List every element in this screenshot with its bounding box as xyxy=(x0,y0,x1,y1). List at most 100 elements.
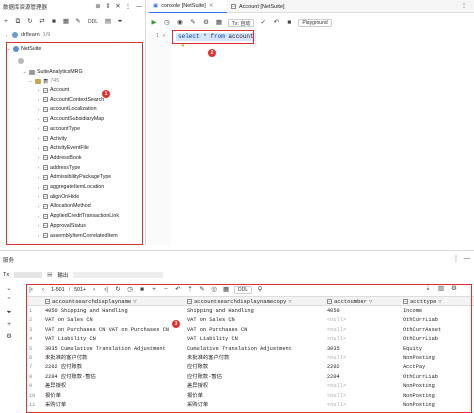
undo-icon[interactable]: ↶ xyxy=(272,19,280,27)
chevron-right-icon[interactable]: › xyxy=(36,117,41,122)
table-cell[interactable]: VAT on Sales CN xyxy=(187,316,325,325)
chevron-right-icon[interactable]: › xyxy=(36,233,41,238)
stop-icon[interactable]: ■ xyxy=(50,18,58,26)
pin-icon[interactable]: ⚲ xyxy=(256,286,264,294)
table-cell[interactable]: 4050 Shipping and Handling xyxy=(45,307,185,316)
column-header-accttype[interactable]: accttype ▽ xyxy=(403,297,442,306)
add-icon[interactable]: + xyxy=(5,321,13,329)
link-icon[interactable]: ⇄ xyxy=(38,18,46,26)
table-item[interactable]: › aggregateItemLocation xyxy=(36,183,104,191)
table-cell[interactable]: Income xyxy=(403,307,471,316)
table-cell[interactable]: 采购订单 xyxy=(187,401,325,410)
lightbulb-icon[interactable]: ● xyxy=(181,43,185,49)
table-cell[interactable]: 2204 xyxy=(327,373,401,382)
chevron-right-icon[interactable]: › xyxy=(36,165,41,170)
filter-icon[interactable]: ▽ xyxy=(133,298,136,305)
table-cell[interactable]: 未批准的客户付款 xyxy=(187,354,325,363)
stop-square-icon[interactable]: ■ xyxy=(285,19,293,27)
table-row[interactable]: 10 报价单 报价单 <null> NonPosting xyxy=(27,392,474,401)
table-cell[interactable]: VAT on Purchases CN VAT on Purchases CN xyxy=(45,326,185,335)
chevron-right-icon[interactable]: › xyxy=(36,214,41,219)
settings-icon[interactable]: ⚙ xyxy=(5,333,13,341)
copy-icon[interactable]: ⧉ xyxy=(14,18,22,26)
playground-dropdown[interactable]: Playground xyxy=(298,19,332,27)
properties-icon[interactable]: ▦ xyxy=(62,18,70,26)
more-tabs-icon[interactable]: ⋮ xyxy=(460,2,468,10)
column-header-acctnumber[interactable]: acctnumber ▽ xyxy=(327,297,372,306)
schema-item[interactable]: ⌄ SuiteAnalyticsMRG xyxy=(22,68,83,76)
table-cell[interactable]: 应付账款-暂估 xyxy=(187,373,325,382)
table-cell[interactable]: 未批准的客户付款 xyxy=(45,354,185,363)
tab-account[interactable]: Account [NetSuite] xyxy=(227,0,305,13)
table-item[interactable]: › AppliedCreditTransactionLink xyxy=(36,212,119,220)
table-cell[interactable]: <null> xyxy=(327,326,401,335)
more-options-icon[interactable]: ⋮ xyxy=(124,3,132,11)
table-view-icon[interactable]: ▦ xyxy=(222,286,230,294)
table-cell[interactable]: Equity xyxy=(403,345,471,354)
check-icon[interactable]: ✓ xyxy=(259,19,267,27)
table-cell[interactable]: 应付账款 xyxy=(187,363,325,372)
chevron-right-icon[interactable]: › xyxy=(36,194,41,199)
columns-icon[interactable]: ▥ xyxy=(437,285,445,293)
stop-icon[interactable]: ◉ xyxy=(176,19,184,27)
collapse-all-icon[interactable]: ⇕ xyxy=(104,3,112,11)
table-cell[interactable]: 3035 xyxy=(327,345,401,354)
settings-icon[interactable]: ⚙ xyxy=(202,19,210,27)
table-cell[interactable]: 报价单 xyxy=(187,392,325,401)
table-item[interactable]: › AccountContextSearch xyxy=(36,96,104,104)
export-icon[interactable]: ⇣ xyxy=(424,285,432,293)
table-item[interactable]: › alignOnHide xyxy=(36,193,79,201)
table-cell[interactable]: <null> xyxy=(327,354,401,363)
table-item[interactable]: › Account xyxy=(36,86,69,94)
table-cell[interactable]: Shipping and Handling xyxy=(187,307,325,316)
refresh-icon[interactable]: ↻ xyxy=(114,286,122,294)
table-row[interactable]: 11 采购订单 采购订单 <null> NonPosting xyxy=(27,401,474,410)
tab-console[interactable]: ▣ console [NetSuite] ✕ xyxy=(149,0,227,13)
table-row[interactable]: 4 VAT Liability CN VAT Liability CN <null> O… xyxy=(27,335,474,344)
column-header-accountsearchdisplaynamecopy[interactable]: accountsearchdisplaynamecopy ▽ xyxy=(187,297,292,306)
filter-icon[interactable]: ▽ xyxy=(369,298,372,305)
table-row[interactable]: 5 3035 Cumulative Translation Adjustment C… xyxy=(27,345,474,354)
table-cell[interactable]: 报价单 xyxy=(45,392,185,401)
table-item[interactable]: › AddressBook xyxy=(36,154,82,162)
stop-icon[interactable]: ■ xyxy=(138,286,146,294)
last-page-icon[interactable]: ›| xyxy=(102,286,110,294)
datasource-placeholder-row[interactable] xyxy=(18,57,24,65)
table-cell[interactable]: VAT Liability CN xyxy=(45,335,185,344)
submit-icon[interactable]: ⇡ xyxy=(186,286,194,294)
table-cell[interactable]: NonPosting xyxy=(403,392,471,401)
datasource-drflearn[interactable]: › drflearn 1/9 xyxy=(4,31,50,39)
table-row[interactable]: 9 差异授权 差异授权 <null> NonPosting xyxy=(27,382,474,391)
tx-tab[interactable]: Tx xyxy=(3,272,9,278)
table-item[interactable]: › accountLocalization xyxy=(36,105,97,113)
chevron-down-icon[interactable]: ⌄ xyxy=(6,46,11,52)
chevron-right-icon[interactable]: › xyxy=(36,146,41,151)
settings-icon[interactable]: ⚙ xyxy=(450,285,458,293)
edit-icon[interactable]: ✎ xyxy=(198,286,206,294)
table-cell[interactable]: 采购订单 xyxy=(45,401,185,410)
tables-folder[interactable]: ⌄ 表 745 xyxy=(28,77,60,85)
grid-icon[interactable]: ▦ xyxy=(215,19,223,27)
table-cell[interactable]: 2202 应付账款 xyxy=(45,363,185,372)
table-item[interactable]: › ActivityEventFile xyxy=(36,144,89,152)
history-icon[interactable]: ◷ xyxy=(163,19,171,27)
more-options-icon[interactable]: ⋮ xyxy=(452,255,460,263)
next-page-icon[interactable]: › xyxy=(90,286,98,294)
undo-icon[interactable]: ↶ xyxy=(174,286,182,294)
table-cell[interactable]: NonPosting xyxy=(403,354,471,363)
table-row[interactable]: 7 2202 应付账款 应付账款 2202 AcctPay xyxy=(27,363,474,372)
table-cell[interactable]: OthCurrLiab xyxy=(403,316,471,325)
filter-icon[interactable]: ▽ xyxy=(438,298,441,305)
table-row[interactable]: 1 4050 Shipping and Handling Shipping and … xyxy=(27,307,474,316)
table-item[interactable]: › AdmissibilityPackageType xyxy=(36,173,112,181)
edit-icon[interactable]: ✎ xyxy=(189,19,197,27)
chevron-down-icon[interactable]: ⌄ xyxy=(28,78,33,84)
chevron-right-icon[interactable]: › xyxy=(4,33,9,38)
minimize-icon[interactable]: — xyxy=(135,3,143,11)
table-cell[interactable]: 差异授权 xyxy=(187,382,325,391)
sql-code-line[interactable]: select * from account xyxy=(176,33,256,41)
output-tab[interactable]: 输出 xyxy=(57,271,68,279)
table-cell[interactable]: 3035 Cumulative Translation Adjustment xyxy=(45,345,185,354)
redacted-tab[interactable] xyxy=(73,272,164,278)
table-cell[interactable]: VAT Liability CN xyxy=(187,335,325,344)
